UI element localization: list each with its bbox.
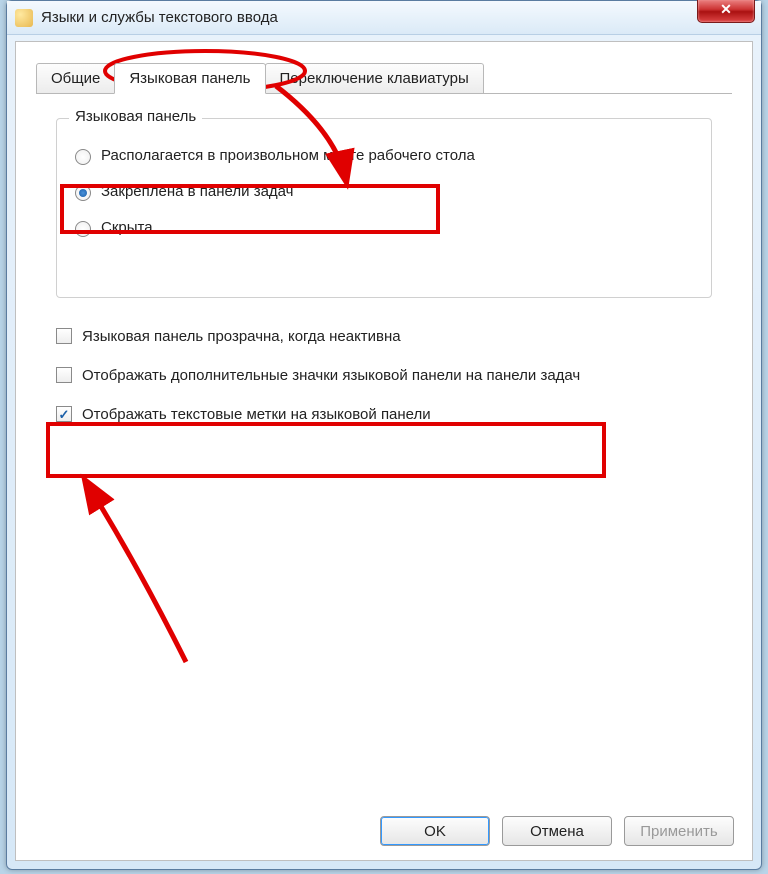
radio-label: Закреплена в панели задач: [101, 183, 294, 200]
checkbox-icon: [56, 367, 72, 383]
tab-strip: Общие Языковая панель Переключение клави…: [36, 62, 732, 94]
checkbox-icon: [56, 406, 72, 422]
checkbox-label: Языковая панель прозрачна, когда неактив…: [82, 326, 401, 347]
tab-keyboard-switch[interactable]: Переключение клавиатуры: [265, 63, 484, 93]
radio-icon: [75, 185, 91, 201]
checkbox-label: Отображать текстовые метки на языковой п…: [82, 404, 431, 425]
close-button[interactable]: ✕: [697, 0, 755, 23]
check-transparent[interactable]: Языковая панель прозрачна, когда неактив…: [56, 326, 712, 347]
tab-general[interactable]: Общие: [36, 63, 115, 93]
dialog-window: Языки и службы текстового ввода ✕ Общие …: [6, 0, 762, 870]
dialog-buttons: OK Отмена Применить: [380, 816, 734, 846]
tab-language-bar[interactable]: Языковая панель: [114, 63, 265, 94]
checkbox-list: Языковая панель прозрачна, когда неактив…: [56, 318, 712, 443]
window-title: Языки и службы текстового ввода: [41, 9, 278, 26]
check-text-labels[interactable]: Отображать текстовые метки на языковой п…: [56, 404, 712, 425]
client-area: Общие Языковая панель Переключение клави…: [15, 41, 753, 861]
group-legend: Языковая панель: [69, 108, 202, 125]
cancel-button[interactable]: Отмена: [502, 816, 612, 846]
checkbox-icon: [56, 328, 72, 344]
checkbox-label: Отображать дополнительные значки языково…: [82, 365, 580, 386]
apply-button[interactable]: Применить: [624, 816, 734, 846]
radio-label: Располагается в произвольном месте рабоч…: [101, 147, 475, 164]
radio-icon: [75, 221, 91, 237]
ok-button[interactable]: OK: [380, 816, 490, 846]
radio-floating[interactable]: Располагается в произвольном месте рабоч…: [75, 147, 693, 165]
app-icon: [15, 9, 33, 27]
check-extra-icons[interactable]: Отображать дополнительные значки языково…: [56, 365, 712, 386]
radio-icon: [75, 149, 91, 165]
language-bar-group: Языковая панель Располагается в произвол…: [56, 118, 712, 298]
radio-label: Скрыта: [101, 219, 153, 236]
radio-docked-taskbar[interactable]: Закреплена в панели задач: [75, 183, 693, 201]
radio-hidden[interactable]: Скрыта: [75, 219, 693, 237]
titlebar: Языки и службы текстового ввода ✕: [7, 1, 761, 35]
